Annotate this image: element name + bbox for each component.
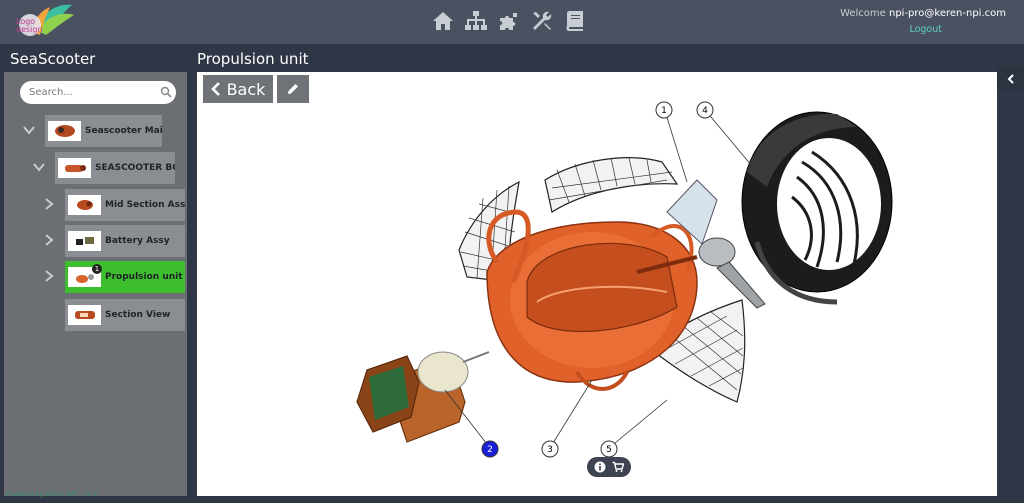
page-title: Propulsion unit [197,50,309,68]
sitemap-icon[interactable] [463,6,489,36]
main-nav [430,6,588,38]
exploded-view-model: 1 4 2 3 5 [356,101,893,458]
search-input[interactable] [20,81,176,104]
chevron-down-icon[interactable] [23,124,35,136]
info-icon [594,461,606,473]
sub-bar: SeaScooter Propulsion unit [0,44,1024,72]
chevron-right-icon[interactable] [43,270,55,282]
callout-3: 3 [541,440,559,458]
model-viewer[interactable]: 1 4 2 3 5 Back [197,72,997,496]
motor [356,351,490,443]
callout-label: 1 [661,106,667,116]
tree-node-propulsion-unit[interactable]: 1 Propulsion unit [65,261,185,293]
thumbnail [68,195,101,215]
propulsion-housing [486,209,698,391]
callout-5: 5 [600,440,618,458]
callout-label: 2 [487,445,493,455]
puzzle-icon[interactable] [496,6,522,36]
logo-text-2: design [16,25,43,34]
chevron-down-icon[interactable] [33,161,45,173]
callout-2: 2 [481,440,499,458]
chevron-right-icon[interactable] [43,198,55,210]
info-button[interactable] [593,460,607,474]
tree-node-section-view[interactable]: Section View [65,299,185,331]
panel-toggle-button[interactable] [997,66,1024,91]
count-badge: 1 [92,264,102,274]
logo[interactable]: Logo design [6,1,76,43]
mesh-screen [544,157,679,213]
logout-link[interactable]: Logout [909,24,942,35]
cart-button[interactable] [611,460,625,474]
tree-node-label: SEASCOOTER BOO [95,163,175,173]
back-button-label: Back [226,79,266,99]
callout-1: 1 [655,101,673,119]
chevron-left-icon [210,82,220,96]
tree-node-label: Battery Assy [105,236,170,246]
nozzle-ring [741,111,893,305]
chevron-right-icon[interactable] [43,234,55,246]
welcome-text: Welcome npi-pro@keren-npi.com [840,8,1006,19]
tree-node-label: Seascooter Main [85,126,162,136]
thumbnail [68,231,101,251]
home-icon[interactable] [430,6,456,36]
sidebar: Seascooter Main SEASCOOTER BOO Mid Secti… [4,72,187,496]
thumbnail [68,305,101,325]
tree-node-seascooter-boo[interactable]: SEASCOOTER BOO [55,152,175,184]
user-email: npi-pro@keren-npi.com [888,8,1006,19]
tools-icon[interactable] [529,6,555,36]
thumbnail [48,121,81,141]
callout-4: 4 [696,101,714,119]
search-icon[interactable] [160,86,172,98]
tree-node-label: Propulsion unit [105,272,183,282]
welcome-prefix: Welcome [840,8,889,19]
edit-button[interactable] [277,75,309,103]
tree-node-seascooter-main[interactable]: Seascooter Main [45,115,162,147]
powered-by: Powered by Keren NPI - v2.2 [6,490,98,498]
pencil-icon [288,84,298,94]
book-icon[interactable] [562,6,588,36]
callout-label: 3 [547,445,553,455]
tree-node-label: Mid Section Assy [105,200,185,210]
chevron-left-icon [1007,73,1014,84]
tree-node-battery-assy[interactable]: Battery Assy [65,225,185,257]
tree-node-mid-section-assy[interactable]: Mid Section Assy [65,189,185,221]
cart-icon [612,461,624,472]
app-title: SeaScooter [10,50,96,68]
thumbnail: 1 [68,264,102,287]
thumbnail [58,158,91,178]
tree-node-label: Section View [105,310,171,320]
viewer-actions [587,457,631,477]
callout-label: 5 [606,445,612,455]
back-button[interactable]: Back [203,75,273,103]
top-bar: Logo design Welcome npi-pro@keren-npi.com… [0,0,1024,44]
callout-label: 4 [702,106,708,116]
